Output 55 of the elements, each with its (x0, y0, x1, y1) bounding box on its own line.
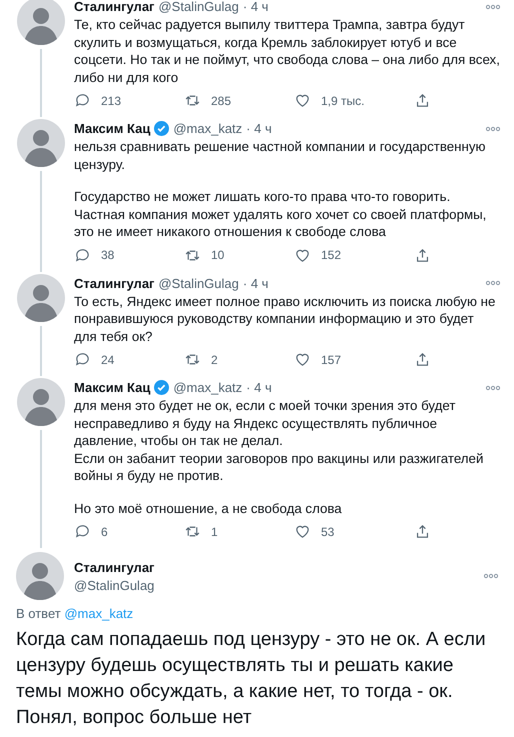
like-icon[interactable] (294, 351, 311, 368)
retweet-count: 1 (211, 524, 218, 538)
author-name[interactable]: Сталингулаг (74, 560, 474, 574)
avatar[interactable] (17, 0, 65, 45)
tweet-time: · 4 ч (246, 380, 272, 395)
avatar[interactable] (16, 552, 64, 600)
author-handle[interactable]: @StalinGulag (158, 276, 239, 290)
reply-icon[interactable] (74, 246, 91, 264)
reply-count: 38 (101, 248, 114, 262)
like-count: 1,9 тыс. (321, 94, 364, 108)
more-icon[interactable] (486, 384, 500, 390)
like-count: 157 (321, 352, 342, 366)
share-icon[interactable] (414, 351, 431, 368)
reply-icon[interactable] (74, 92, 91, 109)
reply-count: 213 (101, 94, 122, 108)
reply-count: 24 (101, 352, 114, 366)
reply-label: В ответ (16, 606, 61, 621)
tweet-text: Но это моё отношение, а не свобода слова (74, 500, 343, 517)
author-handle[interactable]: @max_katz (173, 121, 242, 136)
author-handle[interactable]: @max_katz (173, 380, 242, 395)
author-name[interactable]: Максим Кац (74, 121, 150, 136)
reply-icon[interactable] (74, 523, 91, 540)
like-count: 152 (321, 248, 342, 262)
tweet-text: нельзя сравнивать решение частной компании и государственную цензуру. (74, 138, 486, 173)
tweet-time: · 4 ч (242, 0, 268, 14)
more-icon[interactable] (486, 4, 500, 10)
author-name[interactable]: Сталингулаг (74, 276, 154, 290)
tweet-text: Когда сам попадаешь под цензуру - это не ок. А если цензуру будешь осуществлять ты и решать какие темы можно обсуждать, а какие нет, то тогда - ок. Понял, вопрос больше нет (16, 628, 487, 730)
more-icon[interactable] (486, 280, 500, 286)
tweet-time: · 4 ч (246, 121, 272, 136)
share-icon[interactable] (414, 92, 431, 109)
tweet-text: для меня это будет не ок, если с моей точки зрения это будет несправедливо я буду на Яндекс осуществлять публичное давление, чтобы он так не делал. Если он забанит теории заговоров про вакцины или разжигателей войны я буду не против. (74, 397, 484, 484)
avatar[interactable] (17, 119, 65, 167)
like-icon[interactable] (294, 92, 311, 109)
author-name[interactable]: Максим Кац (74, 380, 150, 395)
tweet-time: · 4 ч (242, 276, 268, 290)
reply-icon[interactable] (74, 351, 91, 368)
author-handle[interactable]: @StalinGulag (74, 578, 474, 592)
share-icon[interactable] (414, 523, 431, 540)
more-icon[interactable] (484, 573, 498, 579)
tweet-text: То есть, Яндекс имеет полное право исключить из поиска любую не понравившуюся руководству компании информацию и это будет для тебя ок? (74, 292, 496, 345)
like-icon[interactable] (294, 523, 311, 540)
tweet-text: Государство не может лишать кого-то права что-то говорить. Частная компания может удалять кого хочет со своей платформы, это не имеет никакого отношения к свободе слова (74, 188, 488, 240)
share-icon[interactable] (414, 246, 431, 264)
avatar[interactable] (17, 274, 65, 322)
author-handle[interactable]: @StalinGulag (158, 0, 239, 14)
retweet-count: 2 (211, 352, 218, 366)
reply-count: 6 (101, 524, 108, 538)
retweet-count: 10 (211, 248, 224, 262)
author-name[interactable]: Сталингулаг (74, 0, 154, 14)
tweet-text: Те, кто сейчас радуется выпилу твиттера Трампа, завтра будут скулить и возмущаться, когда Кремль заблокирует ютуб и все соцсети. Но так и не поймут, что свобода слова – она либо для всех, либо ни для кого (74, 16, 500, 86)
retweet-count: 285 (211, 94, 232, 108)
avatar[interactable] (17, 378, 65, 426)
like-count: 53 (321, 524, 334, 538)
more-icon[interactable] (486, 126, 500, 132)
